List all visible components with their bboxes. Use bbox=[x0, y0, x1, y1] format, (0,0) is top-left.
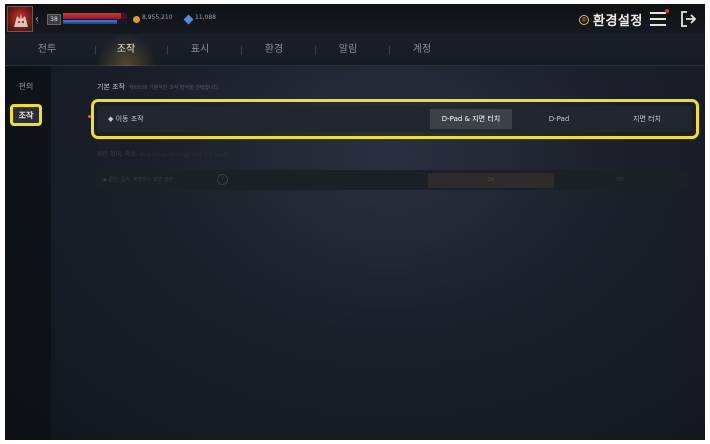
exit-button[interactable] bbox=[679, 10, 697, 28]
level-badge: 38 bbox=[47, 14, 61, 25]
sub-section-header: 화면 확대, 축소 화면을 확대, 축소하여 더 넓은 영역을 볼 수 있습니다. bbox=[97, 149, 230, 158]
character-avatar[interactable] bbox=[7, 6, 33, 32]
zoom-toggle-row: ◆ 줌인, 줌아, 회전하는 화면 전환 ? On Off bbox=[95, 170, 689, 190]
exit-icon bbox=[681, 11, 697, 27]
option-dpad-and-touch[interactable]: D-Pad & 지면 터치 bbox=[430, 109, 512, 129]
tab-display[interactable]: 표시 bbox=[169, 34, 231, 66]
sub-section-title: 화면 확대, 축소 bbox=[97, 151, 136, 158]
gem-icon bbox=[183, 14, 194, 25]
move-control-row: ◆ 이동 조작 D-Pad & 지면 터치 D-Pad 지면 터치 bbox=[88, 99, 699, 139]
hp-bar bbox=[63, 13, 127, 19]
menu-button[interactable] bbox=[650, 12, 666, 26]
section-title: 기본 조작 bbox=[97, 83, 125, 91]
page-title: 환경설정 bbox=[593, 14, 643, 29]
tab-bar: 전투 조작 표시 환경 알림 계정 bbox=[5, 34, 705, 66]
mp-bar bbox=[63, 20, 127, 24]
settings-icon: ◎ bbox=[579, 14, 589, 25]
notification-dot bbox=[665, 9, 669, 13]
section-description: 캐릭터의 기본적인 조작 방식을 선택합니다. bbox=[129, 85, 220, 91]
sidebar-item-controls[interactable]: 조작 bbox=[10, 104, 42, 126]
gold-amount: 8,955,210 bbox=[142, 14, 173, 21]
menu-line bbox=[650, 24, 666, 26]
tab-account[interactable]: 계정 bbox=[391, 34, 453, 66]
tab-divider bbox=[241, 46, 242, 55]
tab-divider bbox=[167, 46, 168, 55]
sub-section-description: 화면을 확대, 축소하여 더 넓은 영역을 볼 수 있습니다. bbox=[139, 152, 230, 157]
top-bar: ‹ 38 8,955,210 11,088 ◎ 환경설정 bbox=[5, 4, 705, 34]
tab-combat[interactable]: 전투 bbox=[17, 34, 77, 66]
tab-divider bbox=[389, 46, 390, 55]
sidebar-item-convenience[interactable]: 편의 bbox=[10, 76, 42, 98]
gem-amount: 11,088 bbox=[195, 14, 216, 21]
tab-controls[interactable]: 조작 bbox=[95, 34, 157, 66]
mp-bar-fill bbox=[63, 20, 118, 24]
tab-notifications[interactable]: 알림 bbox=[317, 34, 379, 66]
toggle-off-button[interactable]: Off bbox=[557, 173, 683, 188]
menu-line bbox=[650, 12, 666, 14]
wolf-emblem-icon bbox=[14, 13, 28, 27]
help-icon[interactable]: ? bbox=[217, 174, 228, 185]
menu-line bbox=[650, 18, 666, 20]
move-control-label: ◆ 이동 조작 bbox=[108, 115, 144, 123]
new-indicator-dot bbox=[88, 115, 91, 118]
section-header: 기본 조작 캐릭터의 기본적인 조작 방식을 선택합니다. bbox=[97, 82, 220, 92]
tab-environment[interactable]: 환경 bbox=[243, 34, 305, 66]
tab-divider bbox=[315, 46, 316, 55]
sidebar: 편의 조작 bbox=[5, 66, 51, 440]
move-control-panel: ◆ 이동 조작 D-Pad & 지면 터치 D-Pad 지면 터치 bbox=[88, 106, 692, 132]
hp-bar-fill bbox=[63, 13, 121, 19]
option-dpad[interactable]: D-Pad bbox=[518, 109, 600, 129]
gold-coin-icon bbox=[133, 16, 140, 23]
zoom-toggle-label: ◆ 줌인, 줌아, 회전하는 화면 전환 bbox=[103, 177, 174, 183]
toggle-on-button[interactable]: On bbox=[428, 173, 554, 188]
option-ground-touch[interactable]: 지면 터치 bbox=[606, 109, 688, 129]
game-screen: ‹ 38 8,955,210 11,088 ◎ 환경설정 전투 조작 표시 환경… bbox=[5, 4, 705, 440]
settings-title-group: ◎ 환경설정 bbox=[579, 10, 643, 29]
